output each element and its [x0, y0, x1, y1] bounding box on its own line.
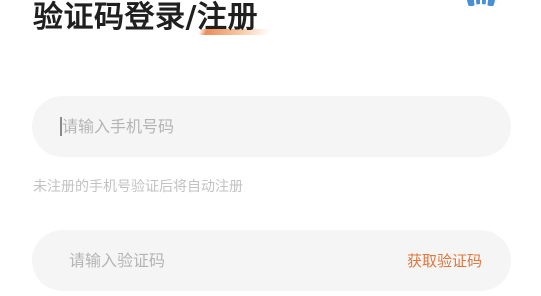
auto-register-hint: 未注册的手机号验证后将自动注册 [33, 179, 243, 195]
login-page: 验证码登录/注册 请输入手机号码 未注册的手机号验证后将自动注册 请输入验证码 … [0, 0, 541, 296]
page-title-highlight: 注册 [196, 0, 272, 36]
page-title-register: 注册 [196, 0, 258, 35]
get-code-button[interactable]: 获取验证码 [407, 251, 482, 271]
verification-code-placeholder: 请输入验证码 [69, 251, 166, 270]
page-title-main: 验证码登录/ [33, 0, 197, 35]
globe-icon[interactable] [466, 0, 496, 6]
phone-input-placeholder: 请输入手机号码 [62, 117, 175, 136]
page-title: 验证码登录/注册 [33, 0, 272, 36]
